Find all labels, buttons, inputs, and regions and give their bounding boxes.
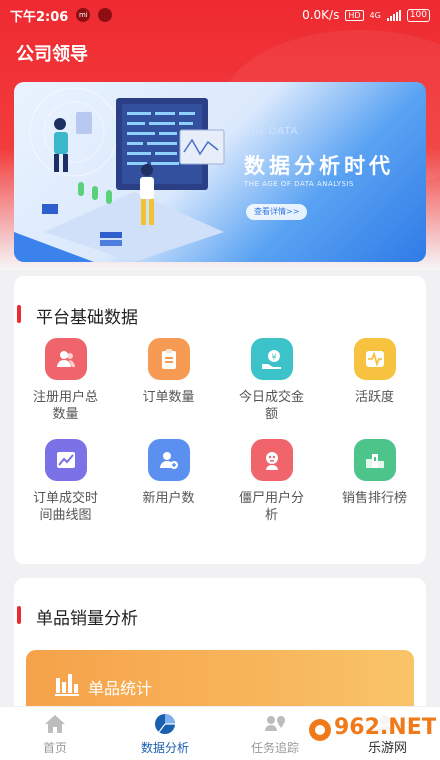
battery-icon: 100 bbox=[406, 8, 430, 22]
banner-small-label: BIG DATA bbox=[244, 126, 299, 137]
grid-item-label: 新用户数 bbox=[142, 491, 195, 506]
section-accent-bar bbox=[17, 606, 21, 624]
pie-chart-icon bbox=[155, 714, 175, 734]
grid-item-order-count[interactable]: 订单数量 bbox=[117, 338, 220, 423]
tab-data-analysis[interactable]: 数据分析 bbox=[110, 707, 220, 760]
signal-icon bbox=[386, 9, 401, 21]
clipboard-icon bbox=[147, 338, 190, 380]
podium-icon bbox=[353, 439, 396, 481]
view-details-button[interactable]: 查看详情>> bbox=[246, 204, 308, 220]
banner[interactable]: BIG DATA 数据分析时代 THE AGE OF DATA ANALYSIS… bbox=[14, 82, 426, 262]
grid-item-label: 僵尸用户分析 bbox=[238, 491, 304, 523]
tab-label: 首页 bbox=[42, 741, 67, 755]
grid-item-new-users[interactable]: 新用户数 bbox=[117, 439, 220, 524]
grid-item-label: 活跃度 bbox=[354, 390, 394, 405]
money-hand-icon: ¥ bbox=[250, 338, 293, 380]
notification-dot-icon bbox=[98, 8, 113, 22]
product-sales-card: 单品销量分析 单品统计 bbox=[14, 578, 426, 718]
watermark-logo: 962.NET 乐游网 bbox=[306, 710, 436, 756]
pulse-icon bbox=[353, 338, 396, 380]
zombie-user-icon bbox=[250, 439, 293, 481]
grid-item-activity[interactable]: 活跃度 bbox=[323, 338, 426, 423]
mi-app-icon: mi bbox=[76, 8, 91, 22]
page-title: 公司领导 bbox=[16, 44, 88, 65]
grid-item-sales-ranking[interactable]: 销售排行榜 bbox=[323, 439, 426, 524]
grid-item-label: 订单数量 bbox=[142, 390, 195, 405]
net-speed: 0.0K/s bbox=[302, 8, 340, 22]
section-title: 平台基础数据 bbox=[36, 308, 138, 328]
watermark-sub: 乐游网 bbox=[368, 741, 407, 756]
grid-item-zombie-users[interactable]: 僵尸用户分析 bbox=[220, 439, 323, 524]
location-user-icon bbox=[265, 716, 285, 731]
grid-item-registered-users[interactable]: 注册用户总数量 bbox=[14, 338, 117, 423]
line-chart-icon bbox=[44, 439, 87, 481]
status-bar: 下午2:06 mi 0.0K/s HD 4G 100 bbox=[0, 0, 440, 30]
tab-label: 任务追踪 bbox=[250, 741, 299, 755]
add-user-icon bbox=[147, 439, 190, 481]
watermark-brand: 962.NET bbox=[334, 715, 436, 740]
grid-item-label: 销售排行榜 bbox=[341, 491, 407, 506]
network-type: 4G bbox=[369, 10, 381, 20]
grid-item-label: 今日成交金额 bbox=[238, 390, 304, 422]
svg-text:¥: ¥ bbox=[271, 353, 276, 362]
section-title: 单品销量分析 bbox=[36, 609, 138, 629]
product-stats-label: 单品统计 bbox=[88, 679, 153, 698]
grid-item-label: 订单成交时间曲线图 bbox=[32, 491, 98, 523]
users-icon bbox=[44, 338, 87, 380]
tab-home[interactable]: 首页 bbox=[0, 707, 110, 760]
grid-item-order-time-curve[interactable]: 订单成交时间曲线图 bbox=[14, 439, 117, 524]
status-time: 下午2:06 bbox=[10, 9, 69, 25]
platform-data-card: 平台基础数据 注册用户总数量 订单数量 ¥ 今日成交金额 活跃度 订单成交时间曲… bbox=[14, 276, 426, 564]
tab-label: 数据分析 bbox=[140, 741, 189, 755]
banner-title: 数据分析时代 bbox=[244, 154, 394, 178]
grid-item-label: 注册用户总数量 bbox=[32, 390, 98, 422]
banner-subtitle: THE AGE OF DATA ANALYSIS bbox=[244, 180, 354, 188]
home-icon bbox=[45, 715, 65, 733]
section-accent-bar bbox=[17, 305, 21, 323]
feature-grid: 注册用户总数量 订单数量 ¥ 今日成交金额 活跃度 订单成交时间曲线图 新用户数… bbox=[14, 338, 426, 524]
bar-chart-icon bbox=[55, 674, 79, 696]
grid-item-today-amount[interactable]: ¥ 今日成交金额 bbox=[220, 338, 323, 423]
hd-badge: HD bbox=[345, 9, 364, 21]
